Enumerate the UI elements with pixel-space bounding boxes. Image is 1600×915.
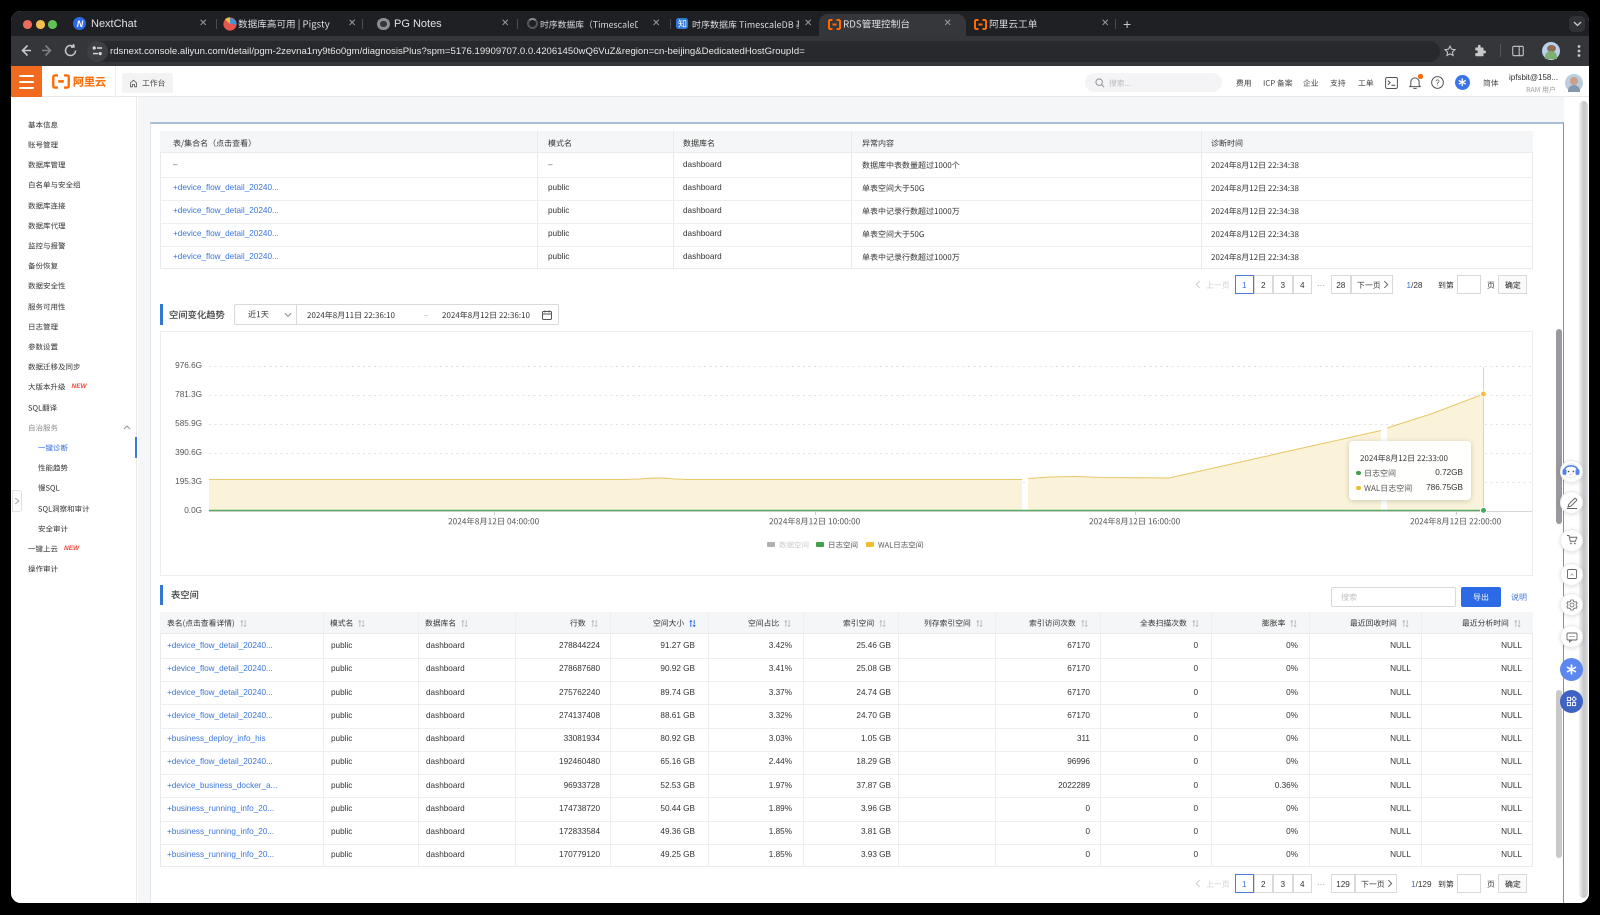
svg-text:A: A <box>1570 572 1573 577</box>
